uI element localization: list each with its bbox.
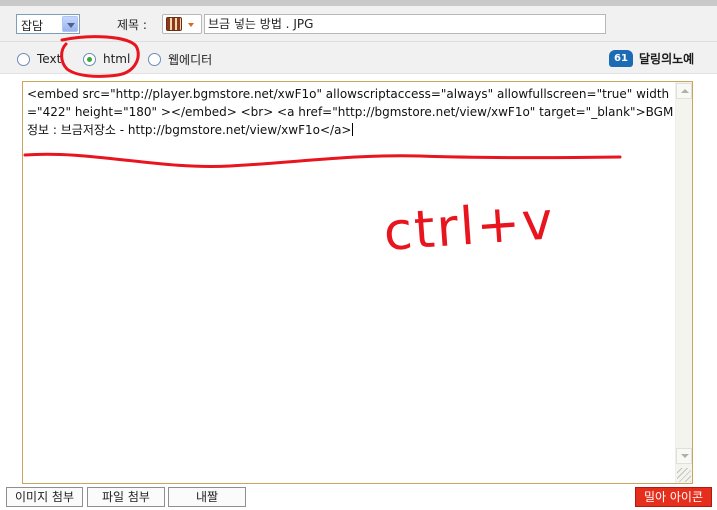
scroll-down-icon[interactable] xyxy=(676,448,692,464)
radio-icon[interactable] xyxy=(17,52,30,66)
radio-icon[interactable] xyxy=(148,52,161,66)
category-value: 잡담 xyxy=(21,19,44,33)
scroll-up-icon[interactable] xyxy=(676,83,692,99)
editor-content[interactable]: <embed src="http://player.bgmstore.net/x… xyxy=(27,85,675,139)
html-editor-area[interactable]: <embed src="http://player.bgmstore.net/x… xyxy=(22,81,693,484)
mode-label: 웹에디터 xyxy=(168,52,213,67)
mode-radio-web-editor[interactable]: 웹에디터 xyxy=(148,51,212,67)
title-toolbar: 잡담 제목 : 브금 넣는 방법 . JPG xyxy=(0,6,717,42)
vertical-scrollbar[interactable] xyxy=(675,82,692,483)
mode-label: html xyxy=(103,52,131,66)
emoticon-button[interactable]: 밀아 아이콘 xyxy=(635,487,712,507)
template-icon xyxy=(166,17,182,31)
mode-radio-html[interactable]: html xyxy=(83,51,130,67)
mode-label: Text xyxy=(37,52,62,66)
level-badge-icon: 61 xyxy=(609,49,633,67)
attach-file-button[interactable]: 파일 첨부 xyxy=(87,487,165,507)
category-select[interactable]: 잡담 xyxy=(16,14,80,34)
text-caret xyxy=(352,123,354,136)
mode-radio-text[interactable]: Text xyxy=(17,51,61,67)
my-images-button[interactable]: 내짤 xyxy=(168,487,246,507)
title-label: 제목 : xyxy=(117,18,147,32)
editor-mode-bar: Text html 웹에디터 61 달링의노예 xyxy=(0,42,717,74)
dropdown-arrow-icon xyxy=(188,23,194,27)
resize-grip-icon[interactable] xyxy=(677,468,691,482)
title-input[interactable]: 브금 넣는 방법 . JPG xyxy=(204,14,606,34)
chevron-down-icon[interactable] xyxy=(62,16,78,32)
radio-selected-icon[interactable] xyxy=(83,52,96,66)
user-nickname: 달링의노예 xyxy=(639,51,695,66)
attach-image-button[interactable]: 이미지 첨부 xyxy=(6,487,83,507)
title-template-button[interactable] xyxy=(162,14,202,34)
editor-text: <embed src="http://player.bgmstore.net/x… xyxy=(27,87,674,137)
user-logo: 61 달링의노예 xyxy=(609,48,694,68)
